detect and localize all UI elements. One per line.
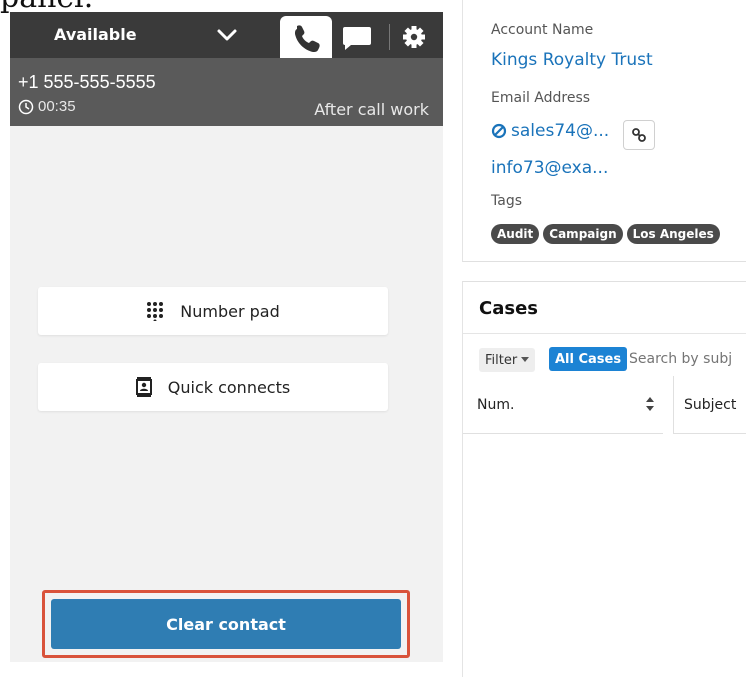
block-icon (491, 123, 507, 139)
tag[interactable]: Audit (491, 224, 540, 244)
contact-control-panel: Available +1 555-555-5555 00:35 After ca… (10, 12, 443, 662)
tag[interactable]: Campaign (543, 224, 623, 244)
chat-tab-button[interactable] (332, 16, 384, 58)
agent-status-label: Available (54, 25, 137, 44)
caret-down-icon (521, 357, 530, 362)
chat-icon (343, 27, 371, 50)
highlight-box: Clear contact (42, 590, 410, 658)
call-timer: 00:35 (18, 98, 76, 115)
tag-list: Audit Campaign Los Angeles (491, 224, 720, 244)
number-pad-label: Number pad (180, 301, 280, 321)
chevron-down-icon[interactable] (215, 24, 239, 46)
cases-divider (463, 333, 746, 334)
account-details-card: Account Name Kings Royalty Trust Email A… (462, 0, 746, 262)
column-header-subject[interactable]: Subject (673, 376, 746, 434)
filter-button[interactable]: Filter (479, 348, 536, 372)
dialpad-icon (147, 302, 164, 321)
active-contact-bar: +1 555-555-5555 00:35 After call work (10, 58, 443, 126)
all-cases-filter[interactable]: All Cases (549, 347, 628, 371)
contact-phone-number: +1 555-555-5555 (18, 72, 156, 92)
filter-label: Filter (485, 352, 518, 368)
cases-title: Cases (479, 298, 538, 319)
number-pad-button[interactable]: Number pad (38, 287, 388, 335)
settings-button[interactable] (388, 16, 440, 58)
contact-state-label: After call work (314, 100, 429, 119)
quick-connects-button[interactable]: Quick connects (38, 363, 388, 411)
tags-label: Tags (491, 193, 522, 209)
clock-icon (18, 99, 34, 114)
email-label: Email Address (491, 90, 591, 106)
contacts-icon (135, 377, 152, 397)
link-email-button[interactable] (623, 120, 655, 150)
email-primary[interactable]: sales74@... (491, 121, 609, 141)
phone-icon (295, 25, 320, 52)
sort-icon[interactable] (645, 396, 655, 412)
link-icon (632, 128, 646, 142)
quick-connects-label: Quick connects (167, 377, 291, 397)
column-header-num[interactable]: Num. (463, 376, 663, 434)
ccp-header: Available (10, 12, 443, 58)
email-primary-text: sales74@... (511, 121, 610, 141)
screen: panel. Available (0, 0, 746, 677)
timer-value: 00:35 (38, 98, 76, 115)
clear-contact-button[interactable]: Clear contact (51, 599, 401, 649)
email-secondary[interactable]: info73@exa... (491, 158, 608, 178)
tag[interactable]: Los Angeles (626, 224, 720, 244)
account-name-link[interactable]: Kings Royalty Trust (491, 50, 653, 70)
phone-tab-button[interactable] (280, 16, 332, 58)
gear-icon (403, 26, 425, 48)
case-search-input[interactable] (629, 347, 746, 371)
account-name-label: Account Name (491, 22, 594, 38)
cases-panel: Cases Filter All Cases Num. Subject (462, 281, 746, 677)
